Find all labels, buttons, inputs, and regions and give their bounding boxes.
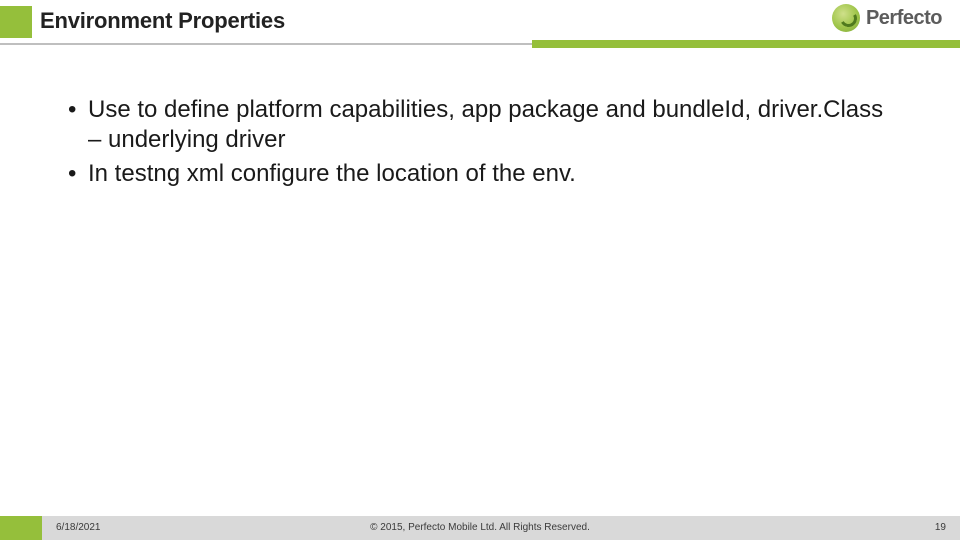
header-rule: [0, 40, 960, 50]
slide: Environment Properties Perfecto • Use to…: [0, 0, 960, 540]
footer-copyright: © 2015, Perfecto Mobile Ltd. All Rights …: [0, 516, 960, 540]
body: • Use to define platform capabilities, a…: [68, 95, 900, 189]
list-item: • Use to define platform capabilities, a…: [68, 95, 900, 155]
perfecto-mark-icon: [832, 4, 860, 32]
bullet-icon: •: [68, 95, 88, 155]
bullet-icon: •: [68, 159, 88, 189]
page-title: Environment Properties: [40, 8, 285, 34]
list-item: • In testng xml configure the location o…: [68, 159, 900, 189]
bullet-text: In testng xml configure the location of …: [88, 159, 900, 189]
footer-page-number: 19: [935, 516, 946, 540]
brand-logo-text: Perfecto: [866, 7, 942, 30]
brand-logo: Perfecto: [832, 4, 942, 32]
rule-grey-icon: [0, 43, 532, 45]
accent-square-icon: [0, 6, 32, 38]
bullet-text: Use to define platform capabilities, app…: [88, 95, 900, 155]
footer: 6/18/2021 © 2015, Perfecto Mobile Ltd. A…: [0, 516, 960, 540]
rule-green-icon: [532, 40, 960, 48]
